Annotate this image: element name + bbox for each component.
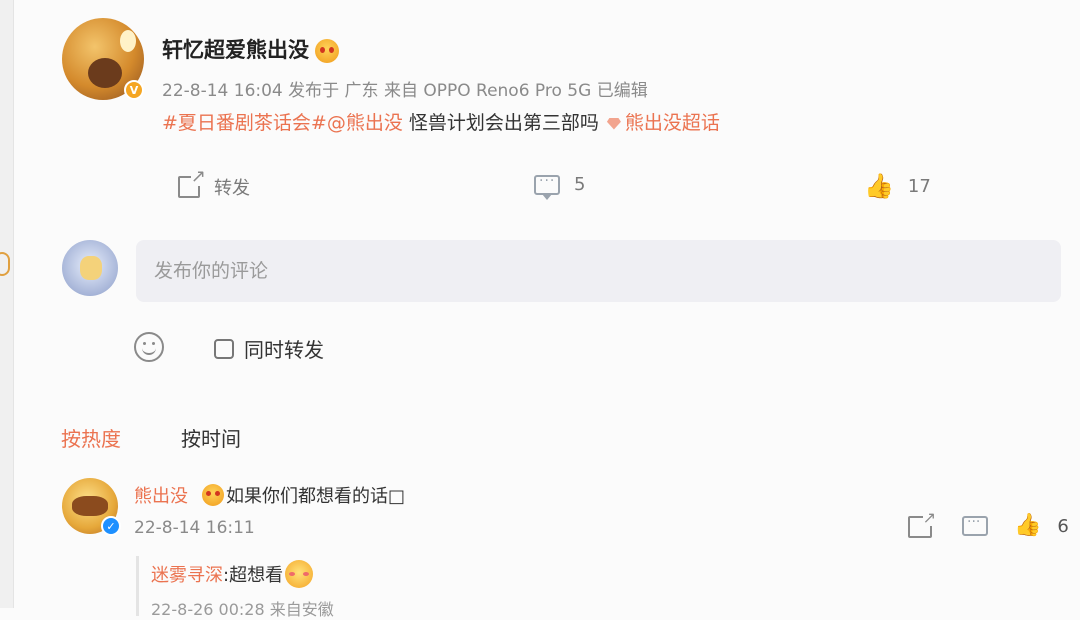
post-author-name[interactable]: 轩忆超爱熊出没 (162, 34, 339, 64)
repost-toggle[interactable]: 同时转发 (214, 334, 324, 363)
repost-label: 同时转发 (244, 338, 324, 362)
verified-gold-icon: V (124, 80, 144, 100)
left-panel-edge (0, 0, 14, 608)
forward-icon (178, 168, 206, 198)
repost-checkbox[interactable] (214, 338, 234, 359)
comment-like-icon: 👍 (1014, 513, 1042, 538)
forward-button[interactable]: 转发 (178, 168, 250, 200)
comment-forward-icon[interactable] (908, 510, 936, 538)
reply-time: 22-8-26 00:28 来自安徽 (151, 600, 334, 619)
comment-reply-icon[interactable] (962, 514, 988, 536)
fan-badge-icon (315, 39, 339, 63)
verified-blue-icon: ✓ (101, 516, 121, 536)
comment-like-button[interactable]: 👍 6 (1014, 514, 1069, 538)
comment-count: 5 (574, 174, 586, 195)
tab-sort-by-hot[interactable]: 按热度 (61, 423, 121, 452)
smile-icon[interactable] (134, 332, 164, 362)
emoji-icon (202, 484, 224, 506)
current-user-avatar (62, 240, 118, 296)
tab-sort-by-time[interactable]: 按时间 (181, 423, 241, 452)
comment-time: 22-8-14 16:11 (134, 518, 255, 538)
post-body-text: 怪兽计划会出第三部吗 (408, 112, 599, 134)
shy-emoji-icon (285, 560, 314, 588)
reply-author-name[interactable]: 迷雾寻深 (151, 561, 223, 587)
comment-icon (534, 173, 560, 200)
comment-author-name[interactable]: 熊出没 (134, 482, 188, 508)
reply-thread-bar (136, 556, 139, 616)
forward-label: 转发 (214, 178, 250, 199)
like-icon: 👍 (864, 172, 894, 200)
reply-line: 迷雾寻深:超想看 (151, 560, 314, 588)
reply-text: :超想看 (223, 565, 284, 586)
mention-link[interactable]: @熊出没 (327, 112, 403, 134)
topic-link[interactable]: #夏日番剧茶话会# (162, 112, 327, 134)
post-author-name-text[interactable]: 轩忆超爱熊出没 (162, 38, 309, 62)
like-count: 17 (907, 175, 931, 197)
super-topic-link[interactable]: 熊出没超话 (625, 112, 720, 134)
like-button[interactable]: 👍 17 (864, 174, 931, 198)
side-indicator (0, 252, 10, 276)
post-content: #夏日番剧茶话会#@熊出没 怪兽计划会出第三部吗 熊出没超话 (162, 108, 720, 135)
post-meta: 22-8-14 16:04 发布于 广东 来自 OPPO Reno6 Pro 5… (162, 81, 648, 101)
comment-like-count: 6 (1057, 515, 1069, 537)
comment-text: 如果你们都想看的话□ (226, 486, 406, 507)
comment-input[interactable] (136, 240, 1061, 302)
comment-button[interactable]: 5 (534, 173, 586, 200)
comment-line: 熊出没 如果你们都想看的话□ (134, 482, 405, 508)
super-topic-icon (606, 117, 621, 130)
